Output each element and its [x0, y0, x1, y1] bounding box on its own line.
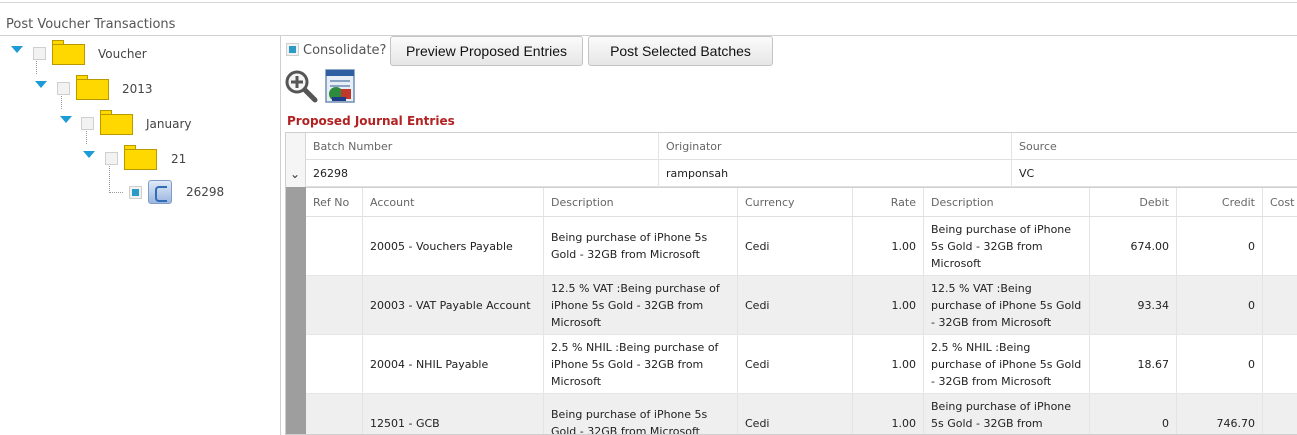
tree-checkbox[interactable]: [81, 117, 94, 130]
tree-node-label: Voucher: [98, 47, 147, 61]
ref-no-cell: [306, 335, 363, 393]
folder-icon: [100, 110, 133, 135]
entries-grid-header: Ref No Account Description Currency Rate…: [306, 188, 1297, 217]
description-cell: Being purchase of iPhone 5s Gold - 32GB …: [924, 394, 1090, 434]
account-cell: 20003 - VAT Payable Account: [363, 276, 544, 334]
rate-cell: 1.00: [853, 394, 924, 434]
consolidate-checkbox[interactable]: [286, 43, 299, 56]
consolidate-option[interactable]: Consolidate?: [286, 43, 386, 58]
column-header[interactable]: Batch Number: [306, 133, 659, 160]
column-header[interactable]: Credit: [1177, 188, 1263, 216]
column-header[interactable]: Account: [363, 188, 544, 216]
currency-cell: Cedi: [738, 217, 853, 275]
credit-cell: 0: [1177, 335, 1263, 393]
voucher-tree: Voucher 2013 January 21 26298: [0, 36, 281, 435]
description-cell: Being purchase of iPhone 5s Gold - 32GB …: [544, 217, 738, 275]
cost-cell: [1263, 217, 1297, 275]
zoom-in-icon[interactable]: [284, 69, 318, 103]
batch-grid-header: Batch Number Originator Source: [306, 133, 1297, 160]
expand-arrow-icon[interactable]: [83, 151, 95, 158]
cost-cell: [1263, 276, 1297, 334]
batch-grid: ⌄ Batch Number Originator Source 26298 r…: [285, 132, 1297, 435]
report-icon[interactable]: [323, 68, 357, 104]
tree-node-21[interactable]: 21: [0, 145, 220, 175]
folder-icon: [52, 40, 85, 65]
cost-cell: [1263, 394, 1297, 434]
tree-node-january[interactable]: January: [0, 110, 220, 140]
description-cell: Being purchase of iPhone 5s Gold - 32GB …: [544, 394, 738, 434]
credit-cell: 746.70: [1177, 394, 1263, 434]
batch-number-cell: 26298: [306, 160, 659, 187]
tree-node-label: 2013: [122, 82, 153, 96]
expand-arrow-icon[interactable]: [11, 46, 23, 53]
credit-cell: 0: [1177, 217, 1263, 275]
tree-node-label: 21: [171, 152, 187, 166]
expand-arrow-icon[interactable]: [60, 116, 72, 123]
rate-cell: 1.00: [853, 276, 924, 334]
folder-icon: [124, 145, 157, 170]
tree-node-2013[interactable]: 2013: [0, 75, 200, 105]
tree-node-voucher[interactable]: Voucher: [0, 40, 200, 70]
currency-cell: Cedi: [738, 276, 853, 334]
debit-cell: 674.00: [1090, 217, 1177, 275]
account-cell: 20004 - NHIL Payable: [363, 335, 544, 393]
column-header[interactable]: Cost: [1263, 188, 1297, 216]
rate-cell: 1.00: [853, 335, 924, 393]
column-header[interactable]: Description: [544, 188, 738, 216]
top-rule: [0, 2, 1297, 3]
entry-row[interactable]: 20005 - Vouchers Payable Being purchase …: [306, 217, 1297, 276]
tree-checkbox[interactable]: [129, 186, 142, 199]
tree-node-26298[interactable]: 26298: [0, 179, 240, 209]
detail-indicator: [286, 187, 306, 434]
post-selected-batches-button[interactable]: Post Selected Batches: [588, 36, 773, 66]
ref-no-cell: [306, 276, 363, 334]
column-header[interactable]: Description: [924, 188, 1090, 216]
tree-checkbox[interactable]: [33, 47, 46, 60]
column-header[interactable]: Originator: [659, 133, 1012, 160]
currency-cell: Cedi: [738, 394, 853, 434]
tree-checkbox[interactable]: [57, 82, 70, 95]
description-cell: 12.5 % VAT :Being purchase of iPhone 5s …: [924, 276, 1090, 334]
proposed-journal-entries-heading: Proposed Journal Entries: [287, 114, 455, 128]
tree-node-label: 26298: [186, 185, 225, 199]
description-cell: Being purchase of iPhone 5s Gold - 32GB …: [924, 217, 1090, 275]
account-cell: 12501 - GCB: [363, 394, 544, 434]
cost-cell: [1263, 335, 1297, 393]
credit-cell: 0: [1177, 276, 1263, 334]
account-cell: 20005 - Vouchers Payable: [363, 217, 544, 275]
rate-cell: 1.00: [853, 217, 924, 275]
preview-proposed-entries-button[interactable]: Preview Proposed Entries: [390, 36, 583, 66]
currency-cell: Cedi: [738, 335, 853, 393]
column-header[interactable]: Debit: [1090, 188, 1177, 216]
batch-row[interactable]: 26298 ramponsah VC: [306, 160, 1297, 187]
debit-cell: 18.67: [1090, 335, 1177, 393]
page-title: Post Voucher Transactions: [6, 17, 176, 32]
column-header[interactable]: Currency: [738, 188, 853, 216]
consolidate-label: Consolidate?: [303, 43, 387, 58]
originator-cell: ramponsah: [659, 160, 1012, 187]
ref-no-cell: [306, 217, 363, 275]
description-cell: 2.5 % NHIL :Being purchase of iPhone 5s …: [924, 335, 1090, 393]
ref-no-cell: [306, 394, 363, 434]
description-cell: 12.5 % VAT :Being purchase of iPhone 5s …: [544, 276, 738, 334]
debit-cell: 93.34: [1090, 276, 1177, 334]
entry-row[interactable]: 20004 - NHIL Payable 2.5 % NHIL :Being p…: [306, 335, 1297, 394]
voucher-document-icon: [148, 180, 172, 204]
entry-row[interactable]: 12501 - GCB Being purchase of iPhone 5s …: [306, 394, 1297, 434]
expand-arrow-icon[interactable]: [35, 81, 47, 88]
collapse-row-icon[interactable]: ⌄: [290, 167, 300, 181]
entries-grid: Ref No Account Description Currency Rate…: [306, 187, 1297, 434]
column-header[interactable]: Source: [1012, 133, 1297, 160]
description-cell: 2.5 % NHIL :Being purchase of iPhone 5s …: [544, 335, 738, 393]
tree-checkbox[interactable]: [105, 152, 118, 165]
column-header[interactable]: Ref No: [306, 188, 363, 216]
column-header[interactable]: Rate: [853, 188, 924, 216]
debit-cell: 0: [1090, 394, 1177, 434]
folder-icon: [76, 75, 109, 100]
tree-node-label: January: [146, 117, 192, 131]
source-cell: VC: [1019, 167, 1035, 180]
grid-gutter: ⌄: [286, 133, 306, 434]
entry-row[interactable]: 20003 - VAT Payable Account 12.5 % VAT :…: [306, 276, 1297, 335]
